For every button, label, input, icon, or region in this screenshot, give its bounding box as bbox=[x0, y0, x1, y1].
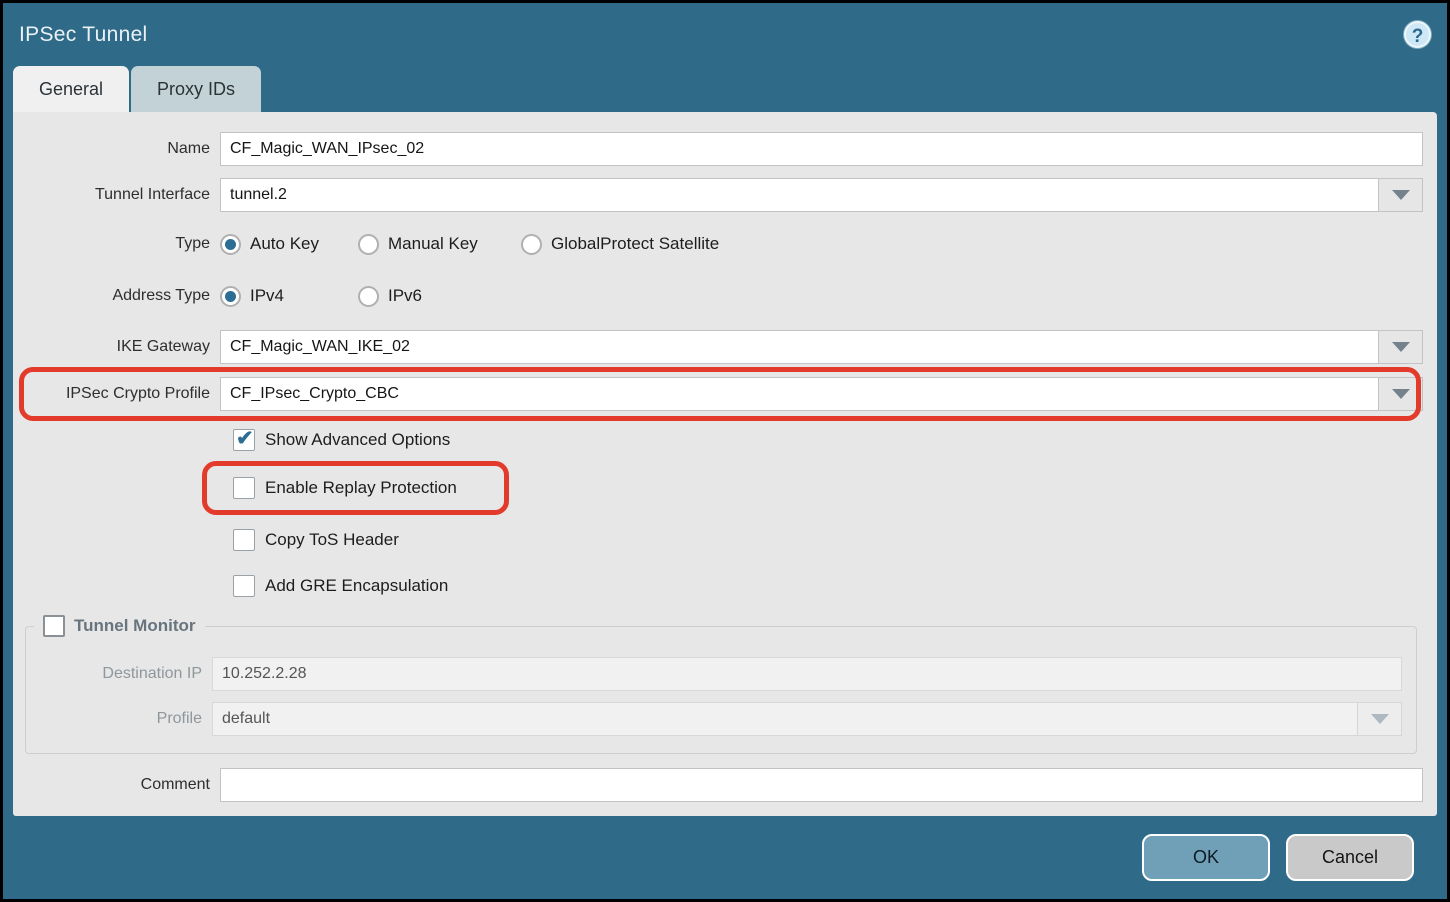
tunnel-monitor-fieldset: Tunnel Monitor Destination IP Profile bbox=[25, 626, 1417, 754]
screenshot-frame: IPSec Tunnel ? General Proxy IDs Name Tu… bbox=[0, 0, 1450, 902]
show-advanced-options-row[interactable]: Show Advanced Options bbox=[233, 428, 1423, 452]
ipsec-tunnel-dialog: IPSec Tunnel ? General Proxy IDs Name Tu… bbox=[3, 3, 1447, 899]
general-tab-panel: Name Tunnel Interface Type bbox=[13, 112, 1437, 816]
type-manual-key-label: Manual Key bbox=[388, 234, 478, 254]
destination-ip-label: Destination IP bbox=[26, 665, 212, 683]
enable-replay-protection-row[interactable]: Enable Replay Protection bbox=[233, 476, 1423, 500]
tunnel-interface-label: Tunnel Interface bbox=[13, 186, 220, 204]
tab-general[interactable]: General bbox=[13, 66, 129, 112]
name-input[interactable] bbox=[220, 132, 1423, 166]
address-type-option-ipv4[interactable]: IPv4 bbox=[220, 286, 358, 307]
ike-gateway-label: IKE Gateway bbox=[13, 338, 220, 356]
dialog-footer: OK Cancel bbox=[3, 816, 1447, 899]
radio-unselected-icon[interactable] bbox=[358, 234, 379, 255]
tab-bar: General Proxy IDs bbox=[3, 66, 1447, 112]
profile-dropdown-button bbox=[1357, 702, 1402, 736]
ok-button-label: OK bbox=[1193, 847, 1219, 868]
destination-ip-input bbox=[212, 657, 1402, 691]
tab-proxy-ids-label: Proxy IDs bbox=[157, 79, 235, 100]
tunnel-monitor-legend: Tunnel Monitor bbox=[34, 615, 205, 637]
tunnel-interface-input[interactable] bbox=[220, 178, 1378, 212]
address-type-row: Address Type IPv4 IPv6 bbox=[13, 284, 1423, 308]
radio-unselected-icon[interactable] bbox=[521, 234, 542, 255]
tunnel-interface-row: Tunnel Interface bbox=[13, 178, 1423, 212]
tab-general-label: General bbox=[39, 79, 103, 100]
profile-label: Profile bbox=[26, 710, 212, 728]
radio-unselected-icon[interactable] bbox=[358, 286, 379, 307]
profile-input bbox=[212, 702, 1357, 736]
help-icon[interactable]: ? bbox=[1404, 21, 1431, 48]
ike-gateway-row: IKE Gateway bbox=[13, 330, 1423, 364]
address-type-option-ipv6[interactable]: IPv6 bbox=[358, 286, 422, 307]
chevron-down-icon bbox=[1371, 714, 1389, 724]
type-option-manual-key[interactable]: Manual Key bbox=[358, 234, 521, 255]
ipsec-crypto-profile-dropdown-button[interactable] bbox=[1378, 377, 1423, 411]
ok-button[interactable]: OK bbox=[1142, 834, 1270, 881]
enable-replay-protection-label: Enable Replay Protection bbox=[265, 478, 457, 498]
show-advanced-options-label: Show Advanced Options bbox=[265, 430, 450, 450]
type-option-globalprotect-satellite[interactable]: GlobalProtect Satellite bbox=[521, 234, 719, 255]
ike-gateway-dropdown-button[interactable] bbox=[1378, 330, 1423, 364]
tab-proxy-ids[interactable]: Proxy IDs bbox=[131, 66, 261, 112]
ike-gateway-input[interactable] bbox=[220, 330, 1378, 364]
add-gre-encapsulation-label: Add GRE Encapsulation bbox=[265, 576, 448, 596]
name-label: Name bbox=[13, 140, 220, 158]
radio-selected-icon[interactable] bbox=[220, 286, 241, 307]
checkbox-checked-icon[interactable] bbox=[233, 429, 255, 451]
copy-tos-header-row[interactable]: Copy ToS Header bbox=[233, 528, 1423, 552]
destination-ip-row: Destination IP bbox=[26, 657, 1402, 691]
chevron-down-icon bbox=[1392, 190, 1410, 200]
dialog-titlebar: IPSec Tunnel ? bbox=[3, 3, 1447, 66]
type-row: Type Auto Key Manual Key GlobalProtect S… bbox=[13, 232, 1423, 256]
dialog-title: IPSec Tunnel bbox=[19, 23, 148, 47]
type-gp-satellite-label: GlobalProtect Satellite bbox=[551, 234, 719, 254]
cancel-button-label: Cancel bbox=[1322, 847, 1378, 868]
checkbox-unchecked-icon[interactable] bbox=[233, 575, 255, 597]
tunnel-interface-dropdown-button[interactable] bbox=[1378, 178, 1423, 212]
ipsec-crypto-profile-row: IPSec Crypto Profile bbox=[13, 377, 1423, 411]
add-gre-encapsulation-row[interactable]: Add GRE Encapsulation bbox=[233, 574, 1423, 598]
address-type-label: Address Type bbox=[13, 287, 220, 305]
type-option-auto-key[interactable]: Auto Key bbox=[220, 234, 358, 255]
cancel-button[interactable]: Cancel bbox=[1286, 834, 1414, 881]
checkbox-unchecked-icon[interactable] bbox=[233, 529, 255, 551]
tunnel-monitor-label: Tunnel Monitor bbox=[74, 616, 196, 636]
ipsec-crypto-profile-input[interactable] bbox=[220, 377, 1378, 411]
name-row: Name bbox=[13, 132, 1423, 166]
ipv4-label: IPv4 bbox=[250, 286, 284, 306]
tunnel-monitor-checkbox-unchecked-icon[interactable] bbox=[43, 615, 65, 637]
type-label: Type bbox=[13, 235, 220, 253]
profile-row: Profile bbox=[26, 702, 1402, 736]
comment-label: Comment bbox=[13, 776, 220, 794]
ipv6-label: IPv6 bbox=[388, 286, 422, 306]
copy-tos-header-label: Copy ToS Header bbox=[265, 530, 399, 550]
checkbox-unchecked-icon[interactable] bbox=[233, 477, 255, 499]
comment-input[interactable] bbox=[220, 768, 1423, 802]
radio-selected-icon[interactable] bbox=[220, 234, 241, 255]
comment-row: Comment bbox=[13, 768, 1423, 802]
chevron-down-icon bbox=[1392, 342, 1410, 352]
type-auto-key-label: Auto Key bbox=[250, 234, 319, 254]
ipsec-crypto-profile-label: IPSec Crypto Profile bbox=[13, 385, 220, 403]
chevron-down-icon bbox=[1392, 389, 1410, 399]
